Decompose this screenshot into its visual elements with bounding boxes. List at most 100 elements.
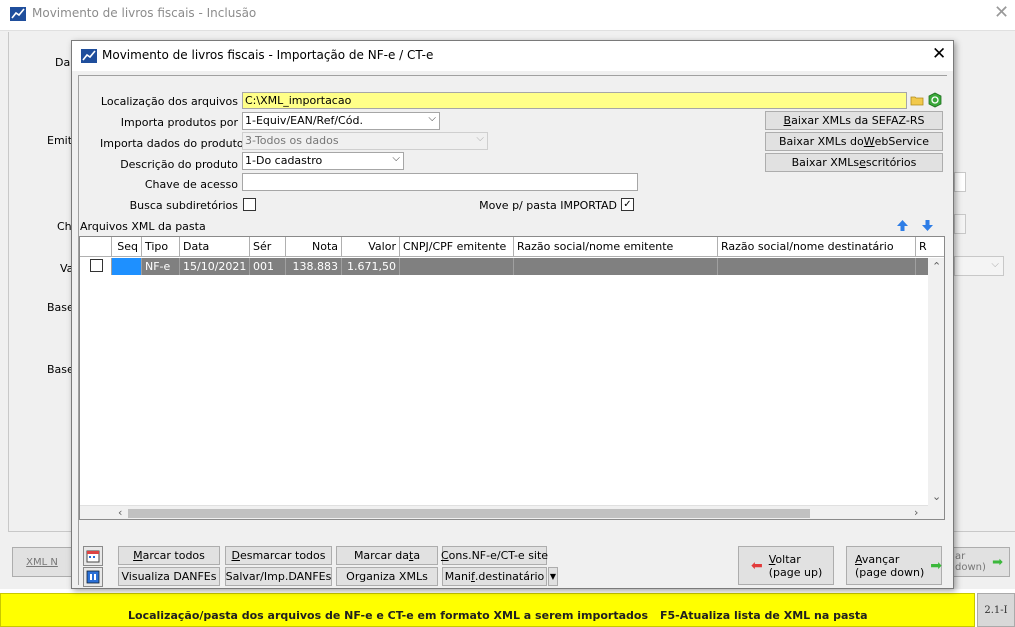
col-header-cnpj[interactable]: CNPJ/CPF emitente [400, 237, 514, 257]
scroll-right-icon[interactable]: › [914, 506, 918, 519]
busca-label: Busca subdiretórios [129, 199, 238, 212]
table-row[interactable]: NF-e 15/10/2021 001 138.883 1.671,50 [80, 258, 928, 275]
row-check-cell[interactable] [80, 258, 112, 275]
caret-down-icon: ▼ [549, 572, 557, 581]
localizacao-input[interactable]: C:\XML_importacao [242, 92, 907, 109]
row-r [916, 258, 928, 275]
voltar-line2: (page up) [768, 565, 823, 579]
background-window-title: Movimento de livros fiscais - Inclusão [32, 6, 257, 20]
marcar-data-button[interactable]: Marcar da t a [336, 546, 438, 565]
bg-combo-right-1[interactable] [954, 214, 966, 234]
desmarcar-accel: D [231, 549, 240, 562]
version-label: 2.1-I [977, 593, 1015, 627]
col-header-seq[interactable]: Seq [112, 237, 142, 257]
horizontal-scrollbar[interactable]: ‹ › [80, 505, 928, 519]
move-checkbox[interactable]: ✓ [621, 198, 634, 211]
escritorios-accel: e [859, 156, 866, 169]
voltar-line1: Voltar [769, 553, 801, 566]
app-chart-icon [81, 49, 97, 63]
descricao-select[interactable]: 1-Do cadastro ⌵ [242, 152, 404, 170]
baixar-webservice-button[interactable]: Baixar XMLs do WebService [765, 132, 943, 151]
arrow-up-icon[interactable] [896, 219, 909, 232]
col-header-data[interactable]: Data [180, 237, 250, 257]
importa-dados-label: Importa dados do produto [100, 137, 244, 150]
scroll-up-icon[interactable]: ⌃ [932, 260, 941, 273]
status-hint-text: Localização/pasta dos arquivos de NF-e e… [128, 609, 648, 622]
xml-files-table: Seq Tipo Data Sér Nota Valor CNPJ/CPF em… [79, 236, 945, 520]
dialog-close-icon[interactable]: ✕ [932, 45, 946, 63]
bg-advance-line1: ar [955, 551, 966, 562]
escritorios-rest: scritórios [865, 156, 917, 169]
bg-combo-right-2[interactable]: ⌵ [954, 256, 1004, 276]
dialog-title: Movimento de livros fiscais - Importação… [102, 48, 434, 62]
salvar-label: Salvar/Imp.DANFEs [225, 570, 332, 583]
calendar-glyph [86, 550, 100, 563]
vertical-scrollbar[interactable]: ⌃ ⌄ [928, 258, 944, 519]
importa-produtos-value: 1-Equiv/EAN/Ref/Cód. [245, 114, 363, 127]
webservice-accel: W [863, 135, 875, 148]
row-tipo: NF-e [142, 258, 180, 275]
horizontal-scroll-thumb[interactable] [128, 509, 810, 518]
avancar-button[interactable]: Avançar (page down) ➡ [846, 546, 942, 585]
baixar-sefaz-button[interactable]: Baixar XMLs da SEFAZ-RS [765, 111, 943, 130]
chevron-down-icon: ⌵ [476, 133, 484, 144]
bg-label-ch: Ch [57, 220, 72, 233]
col-header-r[interactable]: R [916, 237, 944, 257]
scroll-left-icon[interactable]: ‹ [118, 506, 122, 519]
table-header: Seq Tipo Data Sér Nota Valor CNPJ/CPF em… [80, 237, 944, 257]
desmarcar-todos-button[interactable]: Desmarcar todos [225, 546, 332, 565]
bg-xml-button-label: XML N [26, 556, 58, 568]
col-header-nota[interactable]: Nota [286, 237, 342, 257]
col-header-tipo[interactable]: Tipo [142, 237, 180, 257]
filter-glyph [86, 570, 100, 584]
scroll-down-icon[interactable]: ⌄ [932, 490, 941, 503]
manif-prefix: Mani [444, 570, 471, 583]
row-cnpj [400, 258, 514, 275]
arrow-right-icon: ➡ [930, 557, 942, 574]
row-seq [112, 258, 142, 275]
manif-destinatario-button[interactable]: Mani f .destinatário [442, 567, 547, 586]
busca-checkbox[interactable] [243, 198, 256, 211]
marcar-todos-accel: M [133, 549, 143, 562]
avancar-line2: (page down) [855, 565, 925, 579]
row-nota: 138.883 [286, 258, 342, 275]
desmarcar-rest: esmarcar todos [239, 549, 326, 562]
row-valor: 1.671,50 [342, 258, 400, 275]
importa-dados-select[interactable]: 3-Todos os dados ⌵ [242, 132, 488, 150]
col-header-valor[interactable]: Valor [342, 237, 400, 257]
importa-produtos-select[interactable]: 1-Equiv/EAN/Ref/Cód. ⌵ [242, 112, 440, 130]
avancar-rest: vançar [861, 552, 900, 566]
marcar-todos-button[interactable]: Marcar todos [118, 546, 220, 565]
voltar-button[interactable]: ⬅ Voltar (page up) [738, 546, 834, 585]
col-header-destinatario[interactable]: Razão social/nome destinatário [718, 237, 916, 257]
baixar-escritorios-button[interactable]: Baixar XMLs e scritórios [765, 153, 943, 172]
filter-icon[interactable] [83, 567, 103, 587]
arrow-left-icon: ⬅ [751, 557, 763, 574]
background-close-icon[interactable]: ✕ [994, 4, 1009, 22]
bg-advance-button[interactable]: ar down) ➡ [950, 547, 1010, 577]
importa-dados-value: 3-Todos os dados [245, 134, 339, 147]
row-checkbox[interactable] [90, 259, 103, 272]
localizacao-label: Localização dos arquivos [100, 95, 238, 108]
chevron-down-icon: ⌵ [991, 259, 999, 270]
bg-advance-line2: down) [955, 562, 986, 573]
folder-icon[interactable] [910, 93, 924, 107]
avancar-accel: A [855, 552, 862, 566]
manif-dropdown-button[interactable]: ▼ [548, 567, 558, 586]
col-header-check[interactable] [80, 237, 112, 257]
visualiza-danfes-button[interactable]: Visualiza DANFEs [118, 567, 220, 586]
refresh-icon[interactable] [927, 92, 943, 108]
calendar-icon[interactable] [83, 546, 103, 566]
arrow-down-icon[interactable] [921, 219, 934, 232]
chave-input[interactable] [242, 173, 638, 191]
manif-rest: .destinatário [474, 570, 545, 583]
organiza-xmls-button[interactable]: Organiza XMLs [336, 567, 438, 586]
bg-field-right-1[interactable] [954, 172, 966, 192]
bg-xml-button[interactable]: XML N [12, 547, 72, 577]
voltar-rest: oltar [775, 552, 801, 566]
chevron-down-icon: ⌵ [392, 153, 400, 164]
col-header-emitente[interactable]: Razão social/nome emitente [514, 237, 718, 257]
salvar-danfes-button[interactable]: Salvar/Imp.DANFEs [225, 567, 332, 586]
col-header-serie[interactable]: Sér [250, 237, 286, 257]
cons-nfe-site-button[interactable]: Cons.NF-e/CT-e site [441, 546, 548, 565]
